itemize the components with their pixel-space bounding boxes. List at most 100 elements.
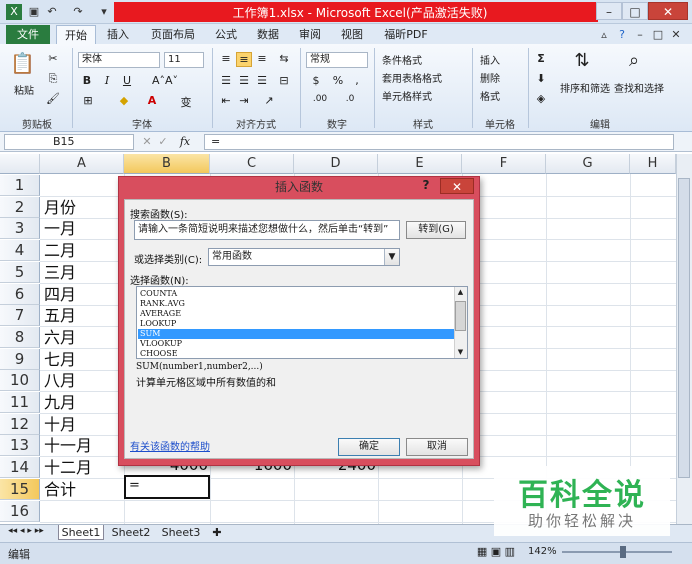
view-buttons-icon[interactable]: ▦ ▣ ▥ <box>472 545 520 558</box>
paste-button[interactable]: 粘贴 <box>14 82 34 97</box>
tab-data[interactable]: 数据 <box>250 25 286 44</box>
excel-app-icon[interactable]: X <box>6 4 22 20</box>
phonetic-icon[interactable]: 变 <box>176 94 196 110</box>
fill-color-icon[interactable]: ◆ <box>116 94 132 107</box>
function-help-link[interactable]: 有关该函数的帮助 <box>130 438 210 453</box>
row-header-13[interactable]: 13 <box>0 435 40 456</box>
autosum-icon[interactable]: Σ <box>534 52 548 65</box>
font-size-select[interactable]: 11 <box>164 52 204 68</box>
minimize-ribbon-icon[interactable]: ▵ <box>596 27 612 43</box>
function-list-item[interactable]: RANK.AVG <box>138 299 454 309</box>
search-function-input[interactable]: 请输入一条简短说明来描述您想做什么，然后单击“转到” <box>134 220 400 240</box>
tab-review[interactable]: 审阅 <box>292 25 328 44</box>
row-header-14[interactable]: 14 <box>0 457 40 478</box>
scroll-up-icon[interactable]: ▲ <box>455 288 466 296</box>
function-list-item[interactable]: COUNTA <box>138 289 454 299</box>
increase-indent-icon[interactable]: ⇥ <box>236 94 252 107</box>
cell-a4[interactable]: 二月 <box>44 240 76 261</box>
cell-a7[interactable]: 五月 <box>44 305 76 326</box>
tab-foxit-pdf[interactable]: 福昕PDF <box>378 25 434 44</box>
goto-button[interactable]: 转到(G) <box>406 221 466 239</box>
tab-formulas[interactable]: 公式 <box>208 25 244 44</box>
cell-a6[interactable]: 四月 <box>44 284 76 305</box>
sheet-tab-2[interactable]: Sheet2 <box>108 525 154 540</box>
active-cell-b15[interactable]: = <box>124 475 210 499</box>
help-icon[interactable]: ? <box>614 27 630 43</box>
sort-filter-icon[interactable]: ⇅ <box>570 50 594 71</box>
cell-a8[interactable]: 六月 <box>44 327 76 348</box>
find-select-icon[interactable]: ⌕ <box>622 50 646 71</box>
scroll-down-icon[interactable]: ▼ <box>455 348 466 356</box>
cut-icon[interactable]: ✂ <box>46 52 60 65</box>
tab-home[interactable]: 开始 <box>56 25 96 44</box>
zoom-level[interactable]: 142% <box>528 546 557 557</box>
find-select-button[interactable]: 查找和选择 <box>614 80 664 95</box>
border-icon[interactable]: ⊞ <box>80 94 96 107</box>
select-all-corner[interactable] <box>0 154 40 174</box>
fill-icon[interactable]: ⬇ <box>534 72 548 85</box>
row-header-6[interactable]: 6 <box>0 284 40 305</box>
close-button[interactable]: ✕ <box>648 2 688 20</box>
new-sheet-icon[interactable]: ✚ <box>208 525 226 540</box>
ok-button[interactable]: 确定 <box>338 438 400 456</box>
row-header-4[interactable]: 4 <box>0 240 40 261</box>
cell-a13[interactable]: 十一月 <box>44 435 92 456</box>
column-header-g[interactable]: G <box>546 154 630 174</box>
minimize-button[interactable]: – <box>596 2 622 20</box>
paste-icon[interactable]: 📋 <box>10 50 35 76</box>
row-header-2[interactable]: 2 <box>0 197 40 218</box>
align-top-icon[interactable]: ≡ <box>218 52 234 65</box>
table-format-button[interactable]: 套用表格格式 <box>382 70 442 85</box>
customize-qat-icon[interactable]: ▾ <box>96 4 112 20</box>
category-select[interactable]: 常用函数 <box>208 248 400 266</box>
restore-button[interactable]: □ <box>622 2 648 20</box>
cell-a12[interactable]: 十月 <box>44 414 76 435</box>
function-list-scroll-thumb[interactable] <box>455 301 466 331</box>
orientation-icon[interactable]: ↗ <box>260 94 278 107</box>
font-color-icon[interactable]: A <box>144 94 160 107</box>
italic-icon[interactable]: I <box>100 74 114 87</box>
column-header-c[interactable]: C <box>210 154 294 174</box>
row-header-10[interactable]: 10 <box>0 370 40 391</box>
doc-close-icon[interactable]: ✕ <box>668 27 684 43</box>
tab-view[interactable]: 视图 <box>334 25 370 44</box>
percent-icon[interactable]: % <box>330 74 346 87</box>
wrap-text-icon[interactable]: ⇆ <box>276 52 292 65</box>
cell-a14[interactable]: 十二月 <box>44 457 92 478</box>
sheet-nav-arrows[interactable]: ◂◂ ◂ ▸ ▸▸ <box>6 526 46 536</box>
align-right-icon[interactable]: ☰ <box>254 74 270 87</box>
doc-minimize-icon[interactable]: – <box>632 27 648 43</box>
sort-filter-button[interactable]: 排序和筛选 <box>560 80 610 95</box>
insert-cells-button[interactable]: 插入 <box>480 52 500 67</box>
tab-page-layout[interactable]: 页面布局 <box>144 25 202 44</box>
cell-a11[interactable]: 九月 <box>44 392 76 413</box>
font-name-select[interactable]: 宋体 <box>78 52 160 68</box>
function-list-item[interactable]: AVERAGE <box>138 309 454 319</box>
column-header-h[interactable]: H <box>630 154 676 174</box>
row-header-16[interactable]: 16 <box>0 501 40 522</box>
doc-restore-icon[interactable]: □ <box>650 27 666 43</box>
cell-a15[interactable]: 合计 <box>44 479 76 500</box>
row-header-3[interactable]: 3 <box>0 218 40 239</box>
tab-file[interactable]: 文件 <box>6 25 50 44</box>
align-middle-icon[interactable]: ≡ <box>236 52 252 67</box>
number-format-select[interactable]: 常规 <box>306 52 368 68</box>
decrease-indent-icon[interactable]: ⇤ <box>218 94 234 107</box>
comma-icon[interactable]: , <box>350 74 364 87</box>
column-header-e[interactable]: E <box>378 154 462 174</box>
zoom-slider[interactable] <box>562 551 672 553</box>
font-grow-shrink-icon[interactable]: A˄A˅ <box>152 74 178 87</box>
zoom-slider-thumb[interactable] <box>620 546 626 558</box>
underline-icon[interactable]: U <box>120 74 134 87</box>
delete-cells-button[interactable]: 删除 <box>480 70 500 85</box>
formula-input[interactable]: = <box>204 134 674 150</box>
align-left-icon[interactable]: ☰ <box>218 74 234 87</box>
vertical-scroll-thumb[interactable] <box>678 178 690 478</box>
dialog-close-button[interactable]: ✕ <box>440 178 474 194</box>
row-header-11[interactable]: 11 <box>0 392 40 413</box>
row-header-7[interactable]: 7 <box>0 305 40 326</box>
bold-icon[interactable]: B <box>80 74 94 87</box>
cell-a3[interactable]: 一月 <box>44 218 76 239</box>
merge-center-icon[interactable]: ⊟ <box>276 74 292 87</box>
row-header-12[interactable]: 12 <box>0 414 40 435</box>
